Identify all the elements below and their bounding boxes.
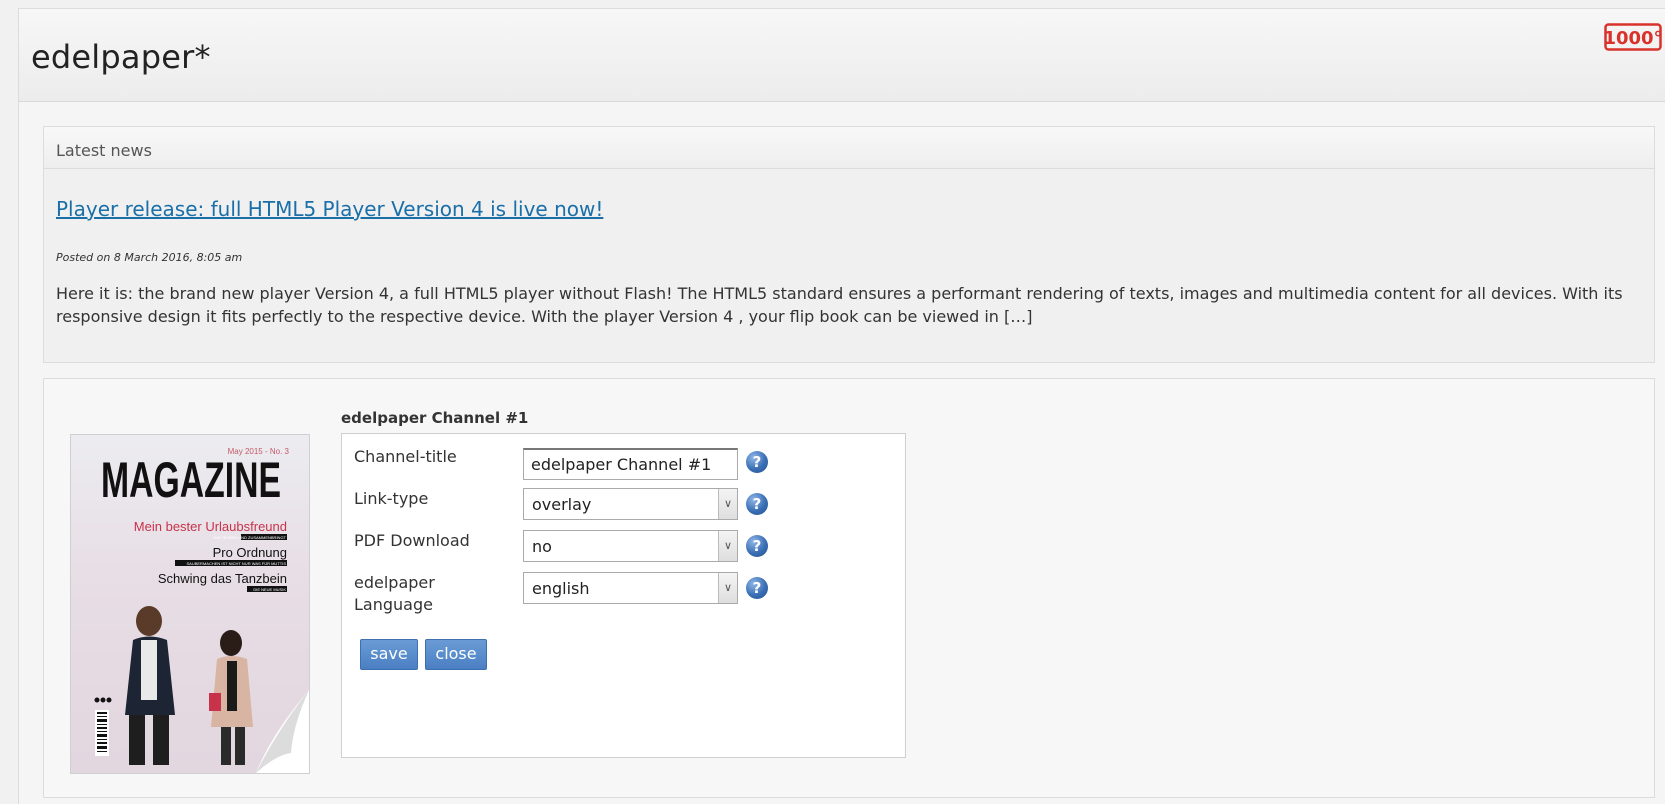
app-header: edelpaper* 1000° <box>19 9 1665 102</box>
cover-line-1: Mein bester Urlaubsfreund <box>134 519 287 534</box>
cover-person-left <box>125 606 175 765</box>
row-pdf-download: PDF Download no ∨ ? <box>354 530 894 570</box>
latest-news-panel: Latest news Player release: full HTML5 P… <box>43 126 1655 363</box>
magazine-cover-image[interactable]: May 2015 - No. 3 MAGAZINE Mein bester Ur… <box>70 434 310 774</box>
cover-subline-1: WIE REISEN UND ZUSAMMENBRINGT <box>214 535 287 540</box>
chevron-down-icon[interactable]: ∨ <box>718 573 737 603</box>
chevron-down-icon[interactable]: ∨ <box>718 531 737 561</box>
cover-person-right <box>209 630 253 765</box>
logo-text: 1000° <box>1604 28 1662 49</box>
save-button[interactable]: save <box>360 639 418 670</box>
pdf-download-label: PDF Download <box>354 531 470 550</box>
pdf-download-value: no <box>532 537 552 556</box>
row-language: edelpaper Language english ∨ ? <box>354 572 894 620</box>
language-select[interactable]: english ∨ <box>523 572 738 604</box>
cover-masthead: MAGAZINE <box>101 452 281 508</box>
news-excerpt: Here it is: the brand new player Version… <box>56 284 1623 326</box>
link-type-value: overlay <box>532 495 592 514</box>
channel-name: edelpaper Channel #1 <box>341 409 529 427</box>
help-icon[interactable]: ? <box>746 535 768 557</box>
pdf-download-select[interactable]: no ∨ <box>523 530 738 562</box>
help-icon[interactable]: ? <box>746 493 768 515</box>
chevron-down-icon[interactable]: ∨ <box>718 489 737 519</box>
channel-title-input[interactable] <box>523 448 738 480</box>
brand-logo: 1000° <box>1604 23 1662 51</box>
language-value: english <box>532 579 590 598</box>
cover-barcode <box>94 697 112 756</box>
link-type-select[interactable]: overlay ∨ <box>523 488 738 520</box>
news-article-link[interactable]: Player release: full HTML5 Player Versio… <box>56 197 603 221</box>
cover-subline-3: DIE NEUE MUSIK <box>253 587 286 592</box>
close-button[interactable]: close <box>425 639 487 670</box>
row-channel-title: Channel-title ? <box>354 446 894 486</box>
channel-title-label: Channel-title <box>354 447 457 466</box>
channel-settings-form: Channel-title ? Link-type overlay ∨ ? PD… <box>341 433 906 758</box>
help-icon[interactable]: ? <box>746 451 768 473</box>
help-icon[interactable]: ? <box>746 577 768 599</box>
cover-line-3: Schwing das Tanzbein <box>158 571 287 586</box>
language-label: edelpaper Language <box>354 573 435 614</box>
link-type-label: Link-type <box>354 489 429 508</box>
channel-panel: May 2015 - No. 3 MAGAZINE Mein bester Ur… <box>43 378 1655 798</box>
row-link-type: Link-type overlay ∨ ? <box>354 488 894 528</box>
cover-line-2: Pro Ordnung <box>213 545 287 560</box>
news-post-date: Posted on 8 March 2016, 8:05 am <box>56 251 243 264</box>
latest-news-heading: Latest news <box>44 127 1654 169</box>
app-title: edelpaper* <box>31 38 211 76</box>
page: edelpaper* 1000° Latest news Player rele… <box>18 8 1665 804</box>
cover-subline-2: SAUBERMACHEN IST NICHT NUR WAS FÜR MUTTI… <box>187 561 287 566</box>
